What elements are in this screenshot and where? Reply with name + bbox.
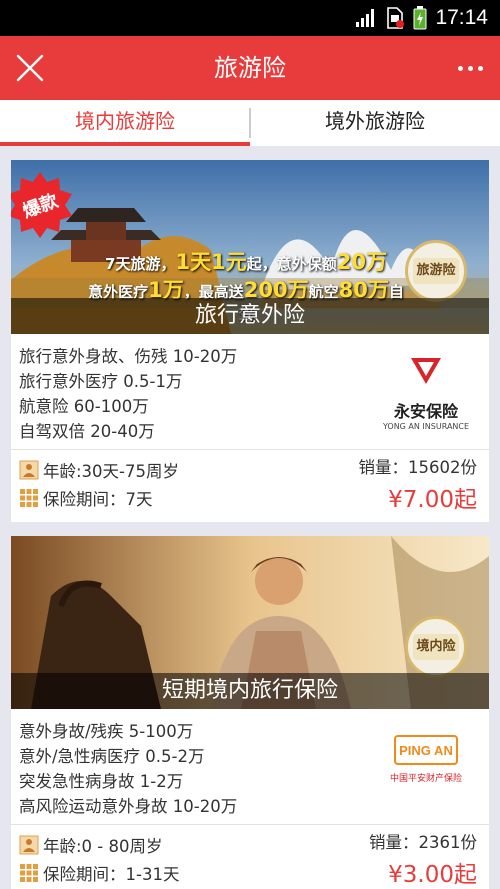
status-time: 17:14 bbox=[435, 6, 488, 29]
age-row: 年龄:30天-75周岁 bbox=[19, 458, 179, 482]
category-seal: 旅游险 bbox=[405, 240, 467, 302]
tab-bar: 境内旅游险 境外旅游险 bbox=[0, 100, 500, 146]
sales-count: 销量：2361份 bbox=[369, 833, 477, 852]
sim-alert-icon bbox=[387, 7, 405, 29]
product-card[interactable]: 境内险 短期境内旅行保险 意外身故/残疾 5-100万 意外/急性病医疗 0.5… bbox=[11, 536, 489, 889]
yongan-logo-icon bbox=[411, 358, 441, 384]
status-bar: 17:14 bbox=[0, 0, 500, 36]
status-icons: 17:14 bbox=[355, 0, 488, 36]
product-meta: 年龄:0 - 80周岁 保险期间：1-31天 销量：2361份 ¥3.00起 bbox=[11, 825, 489, 889]
promo-line-1: 7天旅游，1天1元起，意外保额20万 bbox=[105, 250, 387, 274]
coverage-list: 旅行意外身故、伤残 10-20万 旅行意外医疗 0.5-1万 航意险 60-10… bbox=[11, 334, 489, 450]
price: ¥3.00起 bbox=[388, 862, 477, 888]
age-row: 年龄:0 - 80周岁 bbox=[19, 833, 163, 857]
product-banner: 境内险 短期境内旅行保险 bbox=[11, 536, 489, 709]
insurer-name: PING AN bbox=[399, 743, 453, 758]
app-header: 旅游险 bbox=[0, 36, 500, 100]
period-row: 保险期间：7天 bbox=[19, 486, 153, 510]
coverage-list: 意外身故/残疾 5-100万 意外/急性病医疗 0.5-2万 突发急性病身故 1… bbox=[11, 709, 489, 825]
insurer-subtitle: 中国平安财产保险 bbox=[389, 774, 462, 784]
product-banner: 爆款 7天旅游，1天1元起，意外保额20万 意外医疗1万，最高送200万航空80… bbox=[11, 160, 489, 334]
product-meta: 年龄:30天-75周岁 保险期间：7天 销量：15602份 ¥7.00起 bbox=[11, 450, 489, 520]
category-seal-label: 旅游险 bbox=[413, 258, 459, 284]
page-title: 旅游险 bbox=[214, 54, 286, 82]
battery-charging-icon bbox=[413, 6, 427, 30]
product-card[interactable]: 爆款 7天旅游，1天1元起，意外保额20万 意外医疗1万，最高送200万航空80… bbox=[11, 160, 489, 522]
coverage-period: 保险期间：7天 bbox=[43, 490, 153, 509]
price: ¥7.00起 bbox=[388, 487, 477, 513]
insurer-name: 永安保险 bbox=[393, 402, 458, 421]
category-seal-label: 境内险 bbox=[413, 634, 459, 660]
pingan-logo-icon: PING AN bbox=[394, 735, 458, 765]
age-range: 年龄:0 - 80周岁 bbox=[43, 837, 163, 856]
coverage-period: 保险期间：1-31天 bbox=[43, 865, 180, 884]
insurer-subtitle: YONG AN INSURANCE bbox=[382, 422, 470, 431]
grid-icon bbox=[20, 489, 38, 507]
category-seal: 境内险 bbox=[405, 616, 467, 678]
insurer-logo-pingan: PING AN 中国平安财产保险 bbox=[381, 735, 471, 805]
more-menu-button[interactable] bbox=[448, 46, 492, 90]
period-row: 保险期间：1-31天 bbox=[19, 861, 179, 885]
age-range: 年龄:30天-75周岁 bbox=[43, 462, 180, 481]
tab-divider bbox=[249, 108, 251, 138]
signal-icon bbox=[356, 9, 375, 27]
person-icon bbox=[19, 460, 39, 480]
tab-domestic-travel[interactable]: 境内旅游险 bbox=[0, 100, 250, 146]
banner-title: 旅行意外险 bbox=[11, 298, 489, 334]
banner-title: 短期境内旅行保险 bbox=[11, 673, 489, 709]
sales-count: 销量：15602份 bbox=[358, 458, 478, 477]
person-icon bbox=[19, 835, 39, 855]
insurer-logo-yongan: 永安保险 YONG AN INSURANCE bbox=[381, 354, 471, 431]
hot-badge-icon: 爆款 bbox=[11, 172, 72, 238]
more-dots-icon bbox=[457, 65, 463, 71]
tab-overseas-travel[interactable]: 境外旅游险 bbox=[250, 100, 500, 146]
grid-icon bbox=[20, 864, 38, 882]
